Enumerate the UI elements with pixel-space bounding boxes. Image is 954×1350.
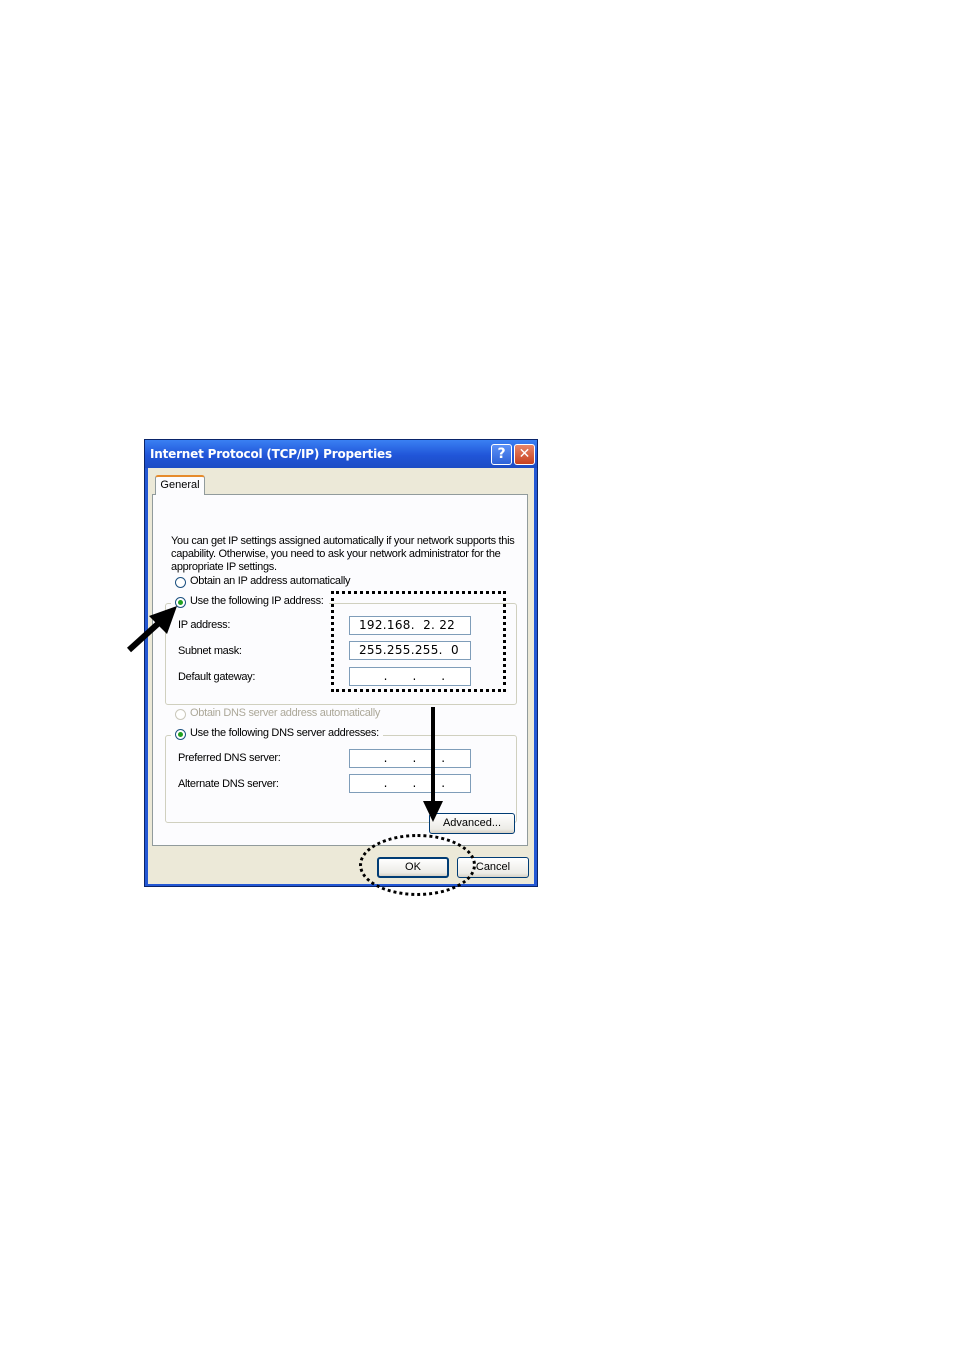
tab-general[interactable]: General [155, 475, 205, 495]
down-arrow-icon [423, 707, 443, 822]
pointer-arrow-icon [126, 606, 177, 653]
annotation-arrows [126, 606, 443, 822]
